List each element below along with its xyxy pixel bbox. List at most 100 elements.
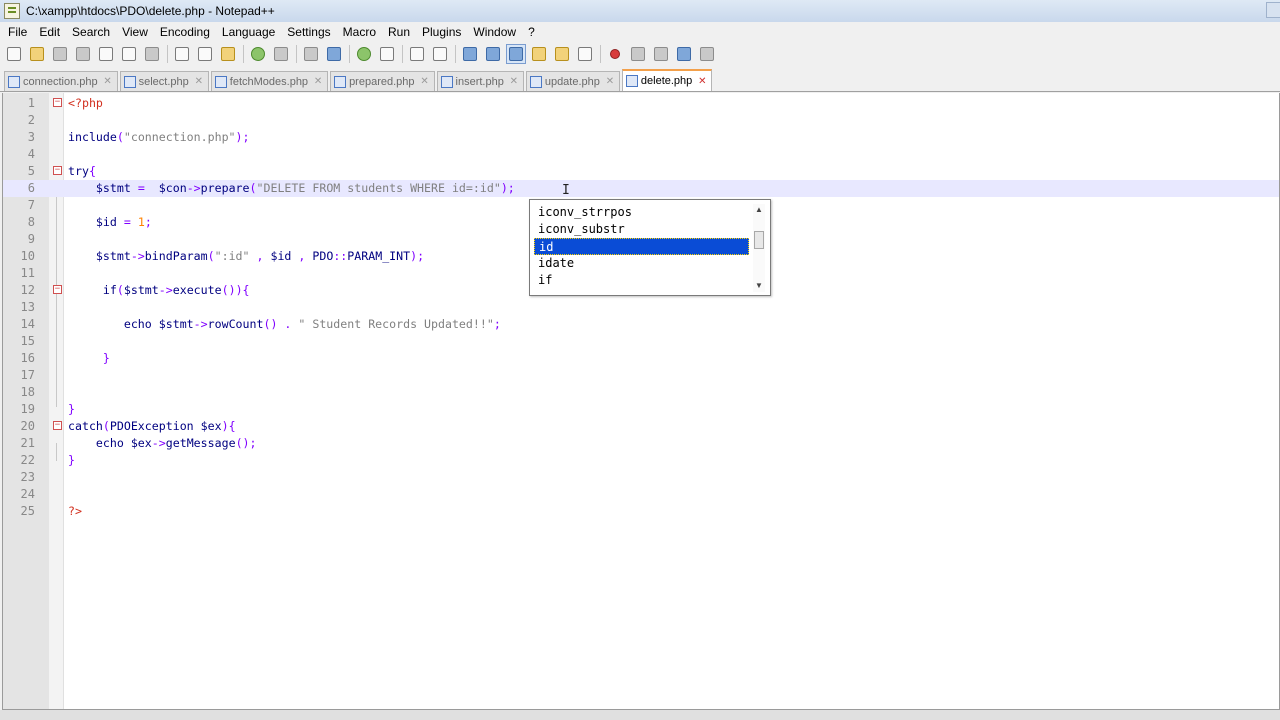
- play-macro-button[interactable]: [651, 44, 671, 64]
- code-line[interactable]: 4: [3, 146, 1279, 163]
- code-editor[interactable]: 1− <?php 2 3 include("connection.php"); 4 5− tr…: [2, 93, 1280, 710]
- zoom-in-button[interactable]: [354, 44, 374, 64]
- redo-button[interactable]: [271, 44, 291, 64]
- autocomplete-item[interactable]: idate: [534, 255, 749, 272]
- code-line[interactable]: 5 − try{: [3, 163, 1279, 180]
- save-button[interactable]: [50, 44, 70, 64]
- autocomplete-popup[interactable]: iconv_strrpos iconv_substr id idate if ▲ ▼: [529, 199, 771, 296]
- code-line[interactable]: 25 ?>: [3, 503, 1279, 520]
- close-button[interactable]: [96, 44, 116, 64]
- code-line[interactable]: 22}: [3, 452, 1279, 469]
- code-line[interactable]: 23: [3, 469, 1279, 486]
- code-line[interactable]: 17: [3, 367, 1279, 384]
- paste-button[interactable]: [218, 44, 238, 64]
- close-all-button[interactable]: [119, 44, 139, 64]
- tab-update-php[interactable]: update.php ✕: [525, 71, 620, 91]
- menu-window[interactable]: Window: [467, 22, 522, 42]
- autocomplete-item[interactable]: if: [534, 272, 749, 289]
- doc-map-button[interactable]: [552, 44, 572, 64]
- menu-encoding[interactable]: Encoding: [154, 22, 216, 42]
- tab-insert-php[interactable]: insert.php ✕: [436, 71, 524, 91]
- menu-edit[interactable]: Edit: [33, 22, 66, 42]
- code-line[interactable]: 13: [3, 299, 1279, 316]
- zoom-out-button[interactable]: [377, 44, 397, 64]
- replace-button[interactable]: [324, 44, 344, 64]
- code-line[interactable]: 21 echo $ex->getMessage();: [3, 435, 1279, 452]
- code-token: $stmt: [123, 283, 159, 297]
- fold-toggle-icon[interactable]: −: [53, 285, 62, 294]
- menu-search[interactable]: Search: [66, 22, 116, 42]
- close-icon[interactable]: ✕: [420, 76, 430, 87]
- tab-select-php[interactable]: select.php ✕: [119, 71, 209, 91]
- close-icon[interactable]: ✕: [605, 76, 615, 87]
- fold-toggle-icon[interactable]: −: [53, 98, 62, 107]
- print-button[interactable]: [142, 44, 162, 64]
- code-line[interactable]: 16 }: [3, 350, 1279, 367]
- open-file-button[interactable]: [27, 44, 47, 64]
- menu-language[interactable]: Language: [216, 22, 281, 42]
- sync-horizontal-button[interactable]: [430, 44, 450, 64]
- scroll-up-icon[interactable]: ▲: [753, 204, 765, 216]
- save-all-button[interactable]: [73, 44, 93, 64]
- word-wrap-button[interactable]: [460, 44, 480, 64]
- code-line[interactable]: 3 include("connection.php");: [3, 129, 1279, 146]
- code-line[interactable]: 6 $stmt = $con->prepare("DELETE FROM stu…: [3, 180, 1279, 197]
- menu-macro[interactable]: Macro: [337, 22, 382, 42]
- autocomplete-scrollbar[interactable]: ▲ ▼: [753, 204, 765, 292]
- user-language-button[interactable]: [529, 44, 549, 64]
- indent-guide-button[interactable]: [506, 44, 526, 64]
- close-icon[interactable]: ✕: [697, 76, 707, 87]
- menu-settings[interactable]: Settings: [281, 22, 336, 42]
- menu-file[interactable]: File: [2, 22, 33, 42]
- code-token: (: [116, 130, 124, 144]
- fold-toggle-icon[interactable]: −: [53, 421, 62, 430]
- code-token: ;: [493, 317, 501, 331]
- sync-vertical-button[interactable]: [407, 44, 427, 64]
- code-token: =: [137, 181, 145, 195]
- code-line[interactable]: 2: [3, 112, 1279, 129]
- find-button[interactable]: [301, 44, 321, 64]
- code-token: $con: [158, 181, 187, 195]
- autocomplete-item[interactable]: iconv_substr: [534, 221, 749, 238]
- tab-fetchmodes-php[interactable]: fetchModes.php ✕: [210, 71, 329, 91]
- window-control-button[interactable]: [1266, 2, 1280, 18]
- autocomplete-item[interactable]: id: [534, 238, 749, 255]
- code-line[interactable]: 14 echo $stmt->rowCount() . " Student Re…: [3, 316, 1279, 333]
- run-macro-multiple-button[interactable]: [674, 44, 694, 64]
- close-icon[interactable]: ✕: [103, 76, 113, 87]
- code-line[interactable]: 15: [3, 333, 1279, 350]
- code-line[interactable]: 20 − catch(PDOException $ex){: [3, 418, 1279, 435]
- menu-run[interactable]: Run: [382, 22, 416, 42]
- new-file-button[interactable]: [4, 44, 24, 64]
- tab-delete-php[interactable]: delete.php ✕: [621, 69, 713, 91]
- menu-view[interactable]: View: [116, 22, 154, 42]
- close-icon[interactable]: ✕: [509, 76, 519, 87]
- menu-help[interactable]: ?: [522, 22, 541, 42]
- fold-toggle-icon[interactable]: −: [53, 166, 62, 175]
- close-icon[interactable]: ✕: [313, 76, 323, 87]
- undo-button[interactable]: [248, 44, 268, 64]
- stop-macro-button[interactable]: [628, 44, 648, 64]
- autocomplete-item[interactable]: iconv_strrpos: [534, 204, 749, 221]
- code-line[interactable]: 24: [3, 486, 1279, 503]
- record-macro-button[interactable]: [605, 44, 625, 64]
- tab-connection-php[interactable]: connection.php ✕: [4, 71, 118, 91]
- show-all-chars-button[interactable]: [483, 44, 503, 64]
- function-list-button[interactable]: [575, 44, 595, 64]
- status-bar: [0, 710, 1280, 720]
- code-line[interactable]: 18: [3, 384, 1279, 401]
- menu-plugins[interactable]: Plugins: [416, 22, 467, 42]
- save-macro-button[interactable]: [697, 44, 717, 64]
- tab-prepared-php[interactable]: prepared.php ✕: [330, 71, 435, 91]
- tab-label: prepared.php: [349, 75, 415, 88]
- close-icon[interactable]: ✕: [194, 76, 204, 87]
- code-line[interactable]: 19}: [3, 401, 1279, 418]
- scroll-thumb[interactable]: [754, 231, 764, 249]
- code-line[interactable]: 1 − <?php: [3, 95, 1279, 112]
- scroll-down-icon[interactable]: ▼: [753, 280, 765, 292]
- copy-button[interactable]: [195, 44, 215, 64]
- cut-button[interactable]: [172, 44, 192, 64]
